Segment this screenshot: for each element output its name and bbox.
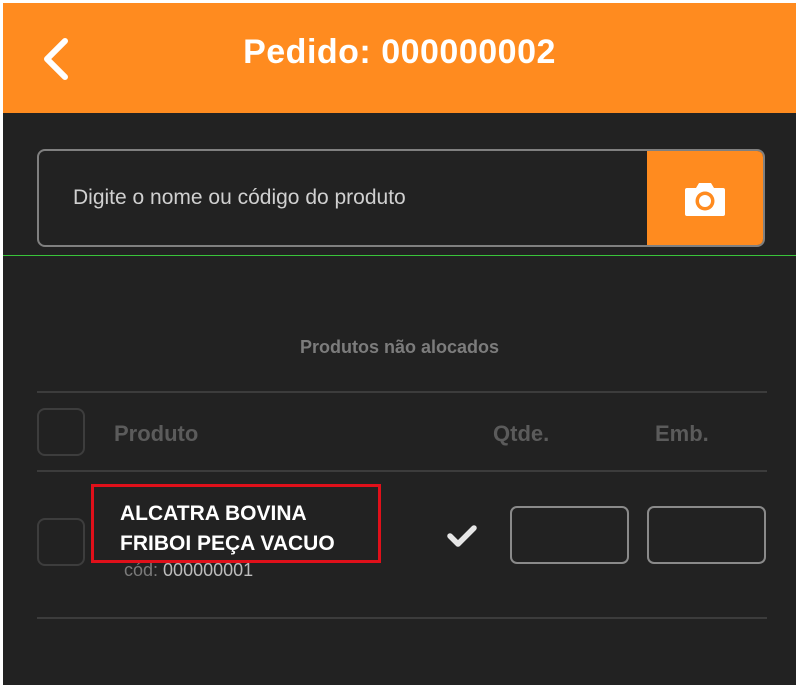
emb-input[interactable]	[647, 506, 766, 564]
camera-scan-button[interactable]	[647, 151, 763, 245]
divider	[37, 391, 767, 393]
divider	[37, 617, 767, 619]
section-title: Produtos não alocados	[299, 337, 500, 357]
search-input[interactable]	[39, 151, 649, 245]
product-code-label: cód:	[124, 560, 159, 580]
column-header-qtde: Qtde.	[493, 421, 550, 446]
camera-icon	[685, 183, 725, 216]
header-bar: Pedido: 000000002	[3, 3, 796, 113]
column-header-produto: Produto	[114, 421, 199, 446]
app-frame: Pedido: 000000002 Produtos não alocados …	[3, 3, 796, 685]
row-checkbox[interactable]	[37, 518, 85, 566]
divider	[37, 470, 767, 472]
product-code-value: 000000001	[163, 560, 254, 580]
search-bar	[37, 149, 765, 247]
checkmark-icon	[447, 524, 477, 553]
page-title: Pedido: 000000002	[243, 33, 556, 71]
highlight-box	[91, 484, 381, 563]
select-all-checkbox[interactable]	[37, 408, 85, 456]
qtde-input[interactable]	[510, 506, 629, 564]
product-code: cód: 000000001	[124, 560, 253, 581]
separator-line	[3, 255, 796, 256]
column-header-emb: Emb.	[655, 421, 709, 446]
